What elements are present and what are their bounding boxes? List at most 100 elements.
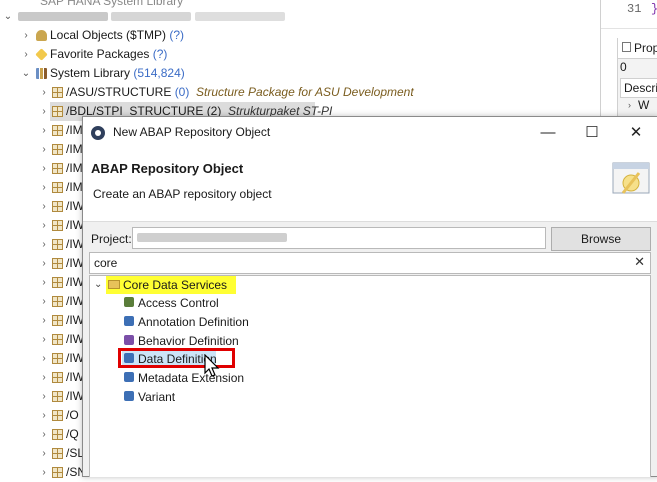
chevron-right-icon[interactable]: › <box>20 45 32 64</box>
chevron-right-icon[interactable]: › <box>38 83 50 102</box>
package-icon <box>52 125 63 136</box>
dialog-title: New ABAP Repository Object <box>113 125 271 139</box>
package-icon <box>52 296 63 307</box>
filter-input[interactable]: core ✕ <box>89 252 651 274</box>
tree-item-label: Behavior Definition <box>138 333 239 348</box>
chevron-right-icon[interactable]: › <box>38 368 50 387</box>
chevron-down-icon[interactable]: ⌄ <box>20 64 32 83</box>
chevron-down-icon[interactable]: ⌄ <box>94 276 102 294</box>
chevron-right-icon[interactable]: › <box>38 197 50 216</box>
properties-item: W <box>638 98 650 112</box>
package-icon <box>52 277 63 288</box>
wizard-header: ABAP Repository Object Create an ABAP re… <box>83 149 657 222</box>
editor-strip: 31 } <box>601 0 657 29</box>
maximize-button[interactable]: ☐ <box>570 117 614 149</box>
wizard-title: ABAP Repository Object <box>91 161 244 176</box>
chevron-right-icon[interactable]: › <box>38 463 50 482</box>
tree-count: (?) <box>169 28 185 42</box>
dialog-titlebar[interactable]: New ABAP Repository Object — ☐ ✕ <box>83 117 657 149</box>
clear-filter-icon[interactable]: ✕ <box>634 254 645 270</box>
chevron-right-icon[interactable]: › <box>38 444 50 463</box>
chevron-right-icon[interactable]: › <box>38 349 50 368</box>
annotation-definition-icon <box>124 315 134 326</box>
object-type-tree: ⌄ Core Data Services Access Control Annot… <box>89 275 651 477</box>
filter-value: core <box>94 256 118 270</box>
package-icon <box>52 391 63 402</box>
eclipse-icon <box>91 126 105 140</box>
project-value-blurred <box>137 233 287 242</box>
access-control-icon <box>124 297 134 307</box>
tree-label: /IM <box>66 142 83 156</box>
chevron-right-icon[interactable]: › <box>38 387 50 406</box>
column-header[interactable]: Descrip <box>620 78 657 98</box>
chevron-right-icon[interactable]: › <box>38 140 50 159</box>
properties-tab-label: Prop <box>634 41 657 55</box>
tree-label: Favorite Packages <box>50 47 150 61</box>
package-icon <box>52 163 63 174</box>
wizard-banner-icon <box>612 162 650 194</box>
new-abap-repository-object-dialog: New ABAP Repository Object — ☐ ✕ ABAP Re… <box>82 116 657 477</box>
tree-category-label: Core Data Services <box>123 278 228 292</box>
tree-label: /O <box>66 408 79 422</box>
tree-item-label: Variant <box>138 390 176 404</box>
package-icon <box>52 87 63 98</box>
folder-icon <box>108 280 120 289</box>
tree-count: (?) <box>152 47 168 61</box>
chevron-right-icon[interactable]: › <box>20 26 32 45</box>
chevron-down-icon[interactable]: ⌄ <box>2 7 14 26</box>
tree-label: /IM <box>66 123 83 137</box>
local-objects-icon <box>36 30 47 41</box>
close-button[interactable]: ✕ <box>614 117 657 149</box>
mouse-cursor-icon <box>204 354 220 377</box>
favorite-packages-icon <box>35 48 48 61</box>
chevron-right-icon[interactable]: › <box>38 330 50 349</box>
chevron-right-icon[interactable]: › <box>38 178 50 197</box>
browse-button[interactable]: Browse <box>551 227 651 251</box>
chevron-right-icon[interactable]: › <box>38 216 50 235</box>
package-icon <box>52 448 63 459</box>
package-icon <box>52 220 63 231</box>
variant-icon <box>124 391 134 401</box>
chevron-right-icon[interactable]: › <box>628 100 631 110</box>
chevron-right-icon[interactable]: › <box>38 102 50 121</box>
tree-item-label: Annotation Definition <box>138 314 249 329</box>
minimize-button[interactable]: — <box>526 117 570 149</box>
chevron-right-icon[interactable]: › <box>38 254 50 273</box>
package-icon <box>52 144 63 155</box>
tree-description: Structure Package for ASU Development <box>196 85 414 99</box>
package-icon <box>52 239 63 250</box>
chevron-right-icon[interactable]: › <box>38 159 50 178</box>
chevron-right-icon[interactable]: › <box>38 273 50 292</box>
project-label: Project: <box>91 232 132 246</box>
package-icon <box>52 410 63 421</box>
package-icon <box>52 467 63 478</box>
chevron-right-icon[interactable]: › <box>38 292 50 311</box>
chevron-right-icon[interactable]: › <box>38 311 50 330</box>
package-icon <box>52 372 63 383</box>
behavior-definition-icon <box>124 334 134 345</box>
package-icon <box>52 201 63 212</box>
tree-item-label: Metadata Extension <box>138 371 245 386</box>
package-icon <box>52 315 63 326</box>
properties-tab[interactable]: Prop <box>618 38 657 59</box>
wizard-subtitle: Create an ABAP repository object <box>93 187 272 201</box>
package-icon <box>52 353 63 364</box>
package-icon <box>52 106 63 117</box>
project-input[interactable] <box>132 227 546 249</box>
tree-count: (0) <box>174 85 190 99</box>
chevron-right-icon[interactable]: › <box>38 121 50 140</box>
system-node-blurred <box>18 7 285 26</box>
tree-label: /ASU/STRUCTURE <box>66 85 172 99</box>
chevron-right-icon[interactable]: › <box>38 406 50 425</box>
package-icon <box>52 334 63 345</box>
system-library-icon <box>36 68 47 79</box>
column-header-label: Descrip <box>624 81 657 95</box>
chevron-right-icon[interactable]: › <box>38 425 50 444</box>
package-icon <box>52 182 63 193</box>
wizard-body: Project: Browse core ✕ ⌄ Core Data Servi… <box>83 222 657 477</box>
tree-item-label: Access Control <box>138 296 219 310</box>
package-icon <box>52 258 63 269</box>
tree-label: /Q <box>66 427 79 441</box>
tree-label: /IM <box>66 180 83 194</box>
chevron-right-icon[interactable]: › <box>38 235 50 254</box>
